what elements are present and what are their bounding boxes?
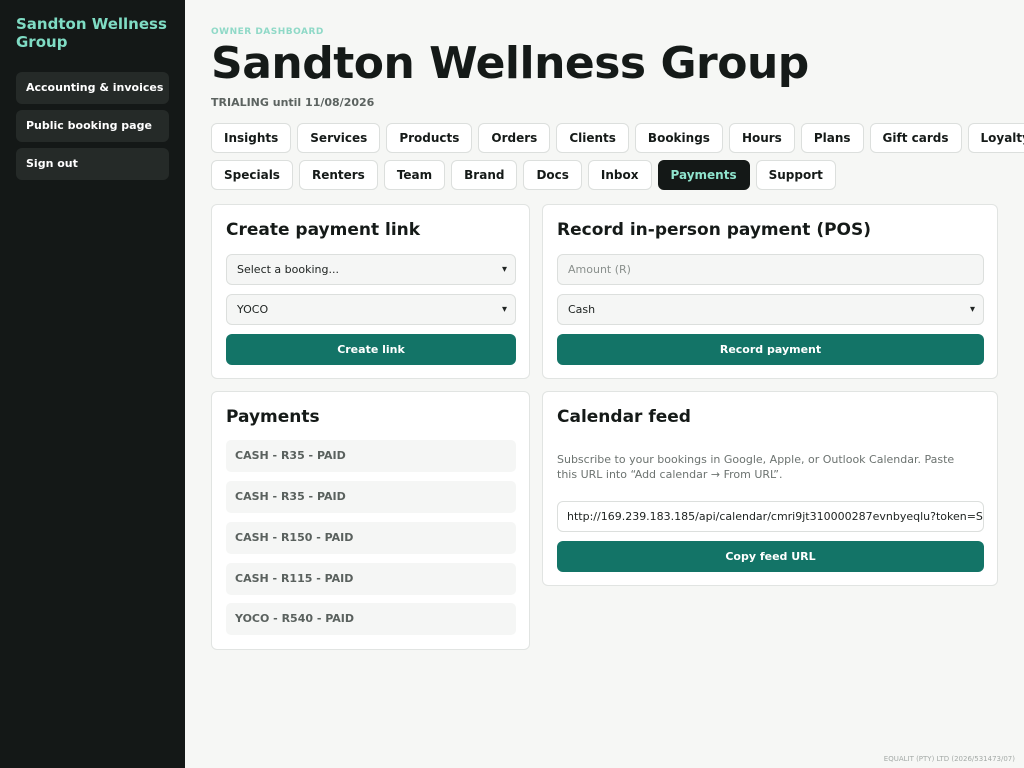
- payment-list-item: CASH - R35 - PAID: [226, 440, 516, 472]
- booking-select[interactable]: Select a booking... ▾: [226, 254, 516, 285]
- record-payment-button[interactable]: Record payment: [557, 334, 984, 365]
- payments-title: Payments: [226, 407, 320, 427]
- chevron-down-icon: ▾: [501, 304, 507, 315]
- sidebar-item-sign-out[interactable]: Sign out: [16, 148, 169, 180]
- payment-list-item: CASH - R115 - PAID: [226, 563, 516, 595]
- tab-plans[interactable]: Plans: [800, 123, 864, 153]
- tab-support[interactable]: Support: [755, 160, 836, 190]
- tab-loyalty[interactable]: Loyalty: [967, 123, 1024, 153]
- tab-brand[interactable]: Brand: [451, 160, 518, 190]
- booking-select-value: Select a booking...: [237, 263, 339, 276]
- sidebar-item-accounting[interactable]: Accounting & invoices: [16, 72, 169, 104]
- tab-services[interactable]: Services: [297, 123, 381, 153]
- record-pos-payment-card: Record in-person payment (POS) Amount (R…: [542, 204, 998, 379]
- payment-list-item: YOCO - R540 - PAID: [226, 603, 516, 635]
- tab-renters[interactable]: Renters: [298, 160, 378, 190]
- page-eyebrow: OWNER DASHBOARD: [211, 27, 324, 37]
- sidebar: Sandton Wellness Group Accounting & invo…: [0, 0, 185, 768]
- trial-status: TRIALING until 11/08/2026: [211, 96, 375, 109]
- payment-list-item: CASH - R150 - PAID: [226, 522, 516, 554]
- calendar-feed-url-input[interactable]: http://169.239.183.185/api/calendar/cmri…: [557, 501, 984, 532]
- tab-clients[interactable]: Clients: [556, 123, 629, 153]
- calendar-feed-title: Calendar feed: [557, 407, 691, 427]
- amount-input[interactable]: Amount (R): [557, 254, 984, 285]
- tab-inbox[interactable]: Inbox: [587, 160, 652, 190]
- tab-bar-row-2: Specials Renters Team Brand Docs Inbox P…: [211, 160, 999, 190]
- calendar-feed-card: Calendar feed Subscribe to your bookings…: [542, 391, 998, 586]
- page-title: Sandton Wellness Group: [211, 38, 809, 89]
- tab-products[interactable]: Products: [386, 123, 473, 153]
- tab-orders[interactable]: Orders: [478, 123, 551, 153]
- tab-hours[interactable]: Hours: [728, 123, 795, 153]
- chevron-down-icon: ▾: [501, 264, 507, 275]
- record-pos-payment-title: Record in-person payment (POS): [557, 220, 872, 240]
- sidebar-item-public-booking[interactable]: Public booking page: [16, 110, 169, 142]
- chevron-down-icon: ▾: [969, 304, 975, 315]
- create-payment-link-title: Create payment link: [226, 220, 421, 240]
- payments-card: Payments CASH - R35 - PAID CASH - R35 - …: [211, 391, 530, 650]
- payment-method-value: Cash: [568, 303, 596, 316]
- sidebar-brand: Sandton Wellness Group: [16, 15, 167, 51]
- tab-team[interactable]: Team: [383, 160, 446, 190]
- tab-bar-row-1: Insights Services Products Orders Client…: [211, 123, 1024, 153]
- payment-list-item: CASH - R35 - PAID: [226, 481, 516, 513]
- main-content: OWNER DASHBOARD Sandton Wellness Group T…: [211, 0, 1024, 768]
- payment-method-select[interactable]: Cash ▾: [557, 294, 984, 325]
- provider-select-value: YOCO: [237, 303, 269, 316]
- create-payment-link-card: Create payment link Select a booking... …: [211, 204, 530, 379]
- tab-bookings[interactable]: Bookings: [634, 123, 723, 153]
- copy-feed-url-button[interactable]: Copy feed URL: [557, 541, 984, 572]
- footer-company-info: EQUALIT (PTY) LTD (2026/531473/07): [883, 755, 1015, 763]
- tab-gift-cards[interactable]: Gift cards: [869, 123, 962, 153]
- tab-payments[interactable]: Payments: [657, 160, 750, 190]
- tab-docs[interactable]: Docs: [523, 160, 582, 190]
- create-link-button[interactable]: Create link: [226, 334, 516, 365]
- provider-select[interactable]: YOCO ▾: [226, 294, 516, 325]
- tab-specials[interactable]: Specials: [211, 160, 293, 190]
- calendar-feed-description: Subscribe to your bookings in Google, Ap…: [557, 453, 955, 481]
- tab-insights[interactable]: Insights: [211, 123, 292, 153]
